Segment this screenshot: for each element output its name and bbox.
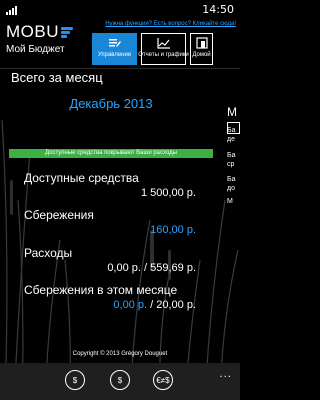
app-bar: $ $ €≠$ ... — [0, 363, 240, 400]
tab-bar: Управление Отчеты и графики Домой — [92, 33, 213, 65]
currency-exchange-icon[interactable]: €≠$ — [153, 370, 173, 390]
logo-bars-icon — [61, 26, 73, 38]
peek-checkbox — [227, 122, 240, 134]
next-panel-peek[interactable]: М Ба де Ба ср Ба до М — [224, 70, 240, 290]
value-separator: / — [147, 299, 157, 311]
status-bar: 14:50 — [0, 0, 240, 20]
peek-line: ср — [227, 161, 235, 168]
available-funds-label: Доступные средства — [24, 171, 139, 185]
peek-line: де — [227, 136, 235, 143]
expenses-value: 0,00 р. / 559,69 р. — [107, 262, 196, 274]
peek-line: Ба — [227, 176, 236, 183]
monthly-savings-target: 20,00 р. — [156, 299, 196, 311]
tab-label: Отчеты и графики — [138, 52, 189, 58]
signal-icon — [6, 6, 17, 15]
tab-label: Домой — [192, 52, 211, 58]
header-divider — [0, 68, 240, 69]
peek-line: М — [227, 198, 233, 205]
section-title: Всего за месяц — [11, 70, 103, 85]
budget-status-banner: Доступные средства покрывают Ваши расход… — [9, 149, 213, 158]
monthly-savings-current[interactable]: 0,00 р. — [113, 299, 147, 311]
app-name: MOBU — [6, 22, 59, 41]
chart-icon — [156, 38, 170, 49]
coins-icon[interactable]: $ — [65, 370, 85, 390]
monthly-savings-label: Сбережения в этом месяце — [24, 283, 178, 297]
money-bag-icon[interactable]: $ — [110, 370, 130, 390]
tab-management[interactable]: Управление — [92, 33, 137, 65]
app-logo: MOBU — [6, 22, 73, 42]
peek-line: до — [227, 185, 235, 192]
expenses-label: Расходы — [24, 246, 73, 260]
clock: 14:50 — [202, 3, 234, 16]
peek-line: Ба — [227, 152, 236, 159]
tab-home[interactable]: Домой — [190, 33, 213, 65]
monthly-savings-value: 0,00 р. / 20,00 р. — [113, 299, 196, 311]
available-funds-value: 1 500,00 р. — [140, 187, 196, 199]
savings-label: Сбережения — [24, 208, 94, 222]
tab-reports[interactable]: Отчеты и графики — [138, 33, 189, 65]
money-bag-glyph: $ — [117, 375, 123, 385]
app-subtitle: Мой Бюджет — [6, 44, 65, 55]
copyright-text: Copyright © 2013 Grégory Douguet — [72, 351, 168, 357]
month-selector[interactable]: Декабрь 2013 — [0, 96, 222, 111]
peek-title: М — [227, 105, 237, 119]
currency-glyph: €≠$ — [156, 375, 170, 385]
tab-label: Управление — [97, 52, 132, 58]
feedback-link[interactable]: Нужна функция? Есть вопрос? Кликайте сюд… — [105, 21, 236, 27]
home-icon — [195, 37, 208, 49]
edit-list-icon — [108, 39, 121, 47]
more-options-button[interactable]: ... — [219, 369, 232, 380]
savings-value[interactable]: 160,00 р. — [150, 224, 196, 236]
coins-glyph: $ — [72, 375, 78, 385]
